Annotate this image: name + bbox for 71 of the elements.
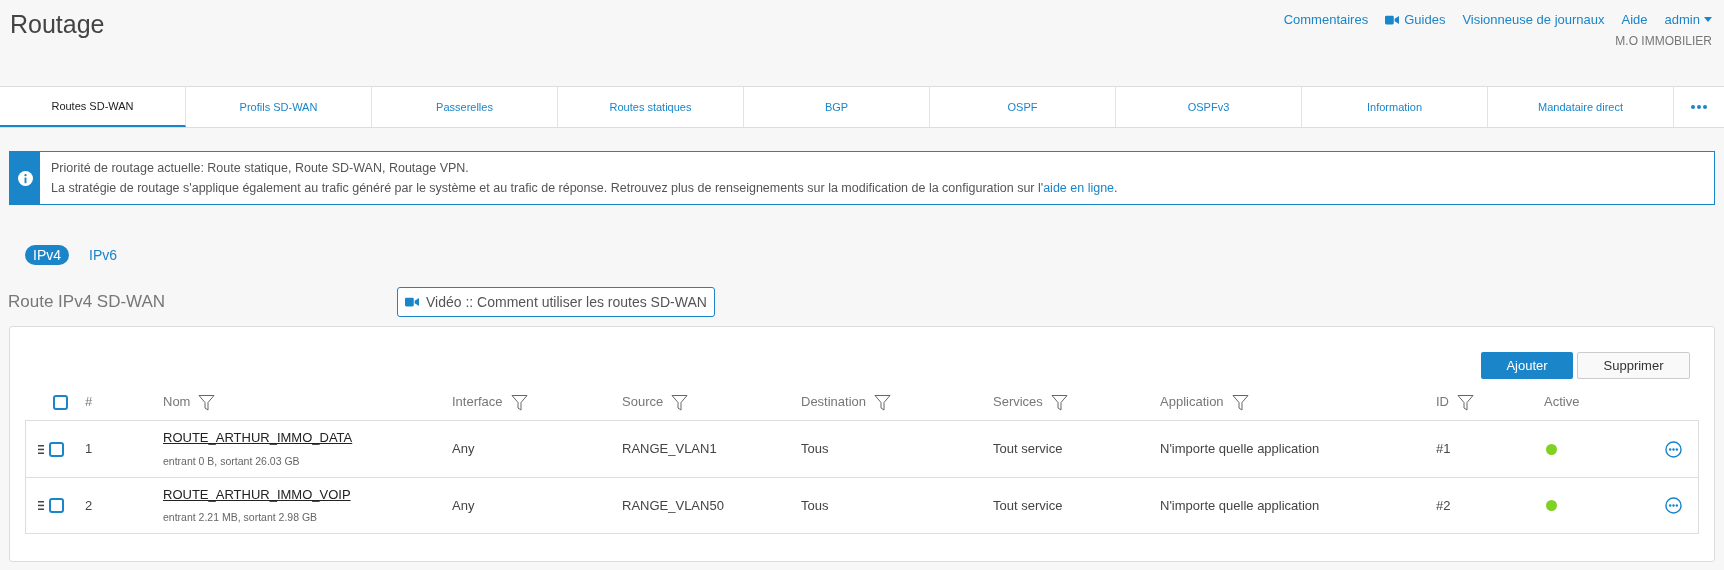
guides-link[interactable]: Guides — [1385, 10, 1446, 30]
table-cell: #2 — [1436, 497, 1451, 513]
filter-icon[interactable] — [198, 393, 216, 411]
info-text: Priorité de routage actuelle: Route statique, Route SD-WAN, Routage VPN. — [51, 160, 470, 177]
tab[interactable]: BGP — [744, 87, 930, 127]
more-options-icon[interactable] — [1665, 440, 1682, 458]
info-text: La stratégie de routage s'applique également au trafic généré par le système et au trafic de réponse. Retrouvez plus de renseignements sur la modification de la configuration sur l'aide en ligne. — [51, 180, 1118, 197]
column-header: ID — [1436, 393, 1449, 412]
add-button[interactable]: Ajouter — [1481, 352, 1573, 379]
tab[interactable]: Passerelles — [372, 87, 558, 127]
table-cell: Any — [452, 441, 475, 457]
checkbox[interactable] — [49, 441, 64, 457]
ip-version-tab[interactable]: IPv6 — [81, 245, 126, 265]
caret-icon — [1704, 17, 1712, 23]
more-options-icon[interactable] — [1665, 497, 1682, 514]
drag-handle-icon[interactable] — [38, 501, 44, 510]
tab[interactable]: Information — [1302, 87, 1488, 127]
table-cell: RANGE_VLAN50 — [622, 497, 724, 513]
table-cell: RANGE_VLAN1 — [622, 441, 717, 457]
header-link[interactable]: Commentaires — [1283, 10, 1369, 30]
video-camera-icon — [405, 297, 419, 307]
tab[interactable]: Profils SD-WAN — [186, 87, 372, 127]
column-header: Nom — [163, 393, 191, 412]
more-icon — [1691, 105, 1707, 109]
tab[interactable]: OSPF — [930, 87, 1116, 127]
column-header: Destination — [801, 393, 867, 412]
filter-icon[interactable] — [874, 393, 892, 411]
table-cell: Tous — [801, 497, 829, 513]
tab[interactable]: Routes SD-WAN — [0, 87, 186, 127]
company-name: M.O IMMOBILIER — [1615, 32, 1712, 50]
column-header: Interface — [452, 393, 503, 412]
table-cell: N'importe quelle application — [1160, 441, 1320, 457]
section-title: Route IPv4 SD-WAN — [8, 291, 167, 314]
table-cell: Tous — [801, 441, 829, 457]
filter-icon[interactable] — [1457, 393, 1474, 411]
filter-icon[interactable] — [1231, 393, 1249, 411]
tab[interactable]: Mandataire direct — [1488, 87, 1674, 127]
table-cell: 2 — [85, 497, 93, 513]
table-cell: Tout service — [993, 441, 1063, 457]
filter-icon[interactable] — [1050, 393, 1068, 411]
filter-icon[interactable] — [510, 393, 528, 411]
traffic-text: entrant 0 B, sortant 26.03 GB — [163, 453, 300, 469]
column-header: Source — [622, 393, 664, 412]
traffic-text: entrant 2.21 MB, sortant 2.98 GB — [163, 510, 318, 526]
tab[interactable]: OSPFv3 — [1116, 87, 1302, 127]
info-icon — [17, 170, 33, 186]
table-cell: 1 — [85, 441, 93, 457]
table-cell: N'importe quelle application — [1160, 497, 1320, 513]
column-header: Active — [1544, 393, 1580, 412]
table-cell: #1 — [1436, 441, 1451, 457]
tab[interactable]: Routes statiques — [558, 87, 744, 127]
checkbox[interactable] — [49, 498, 64, 513]
column-header: # — [85, 393, 93, 412]
delete-button[interactable]: Supprimer — [1577, 352, 1690, 379]
table-cell: Any — [452, 497, 475, 513]
help-link[interactable]: aide en ligne — [1043, 181, 1115, 195]
page-title: Routage — [10, 9, 105, 40]
drag-handle-icon[interactable] — [38, 444, 44, 454]
user-menu[interactable]: admin — [1664, 10, 1712, 30]
video-camera-icon — [1385, 14, 1400, 25]
ip-version-tab[interactable]: IPv4 — [25, 245, 69, 265]
video-tutorial-button[interactable]: Vidéo :: Comment utiliser les routes SD-WAN — [397, 287, 715, 317]
column-header: Application — [1160, 393, 1224, 412]
route-name-link[interactable]: ROUTE_ARTHUR_IMMO_DATA — [163, 428, 353, 448]
column-header: Services — [993, 393, 1043, 412]
checkbox[interactable] — [53, 394, 68, 410]
table-cell: Tout service — [993, 497, 1063, 513]
header-link[interactable]: Visionneuse de journaux — [1462, 10, 1605, 30]
filter-icon[interactable] — [671, 393, 689, 411]
route-name-link[interactable]: ROUTE_ARTHUR_IMMO_VOIP — [163, 484, 351, 505]
header-link[interactable]: Aide — [1621, 10, 1648, 30]
